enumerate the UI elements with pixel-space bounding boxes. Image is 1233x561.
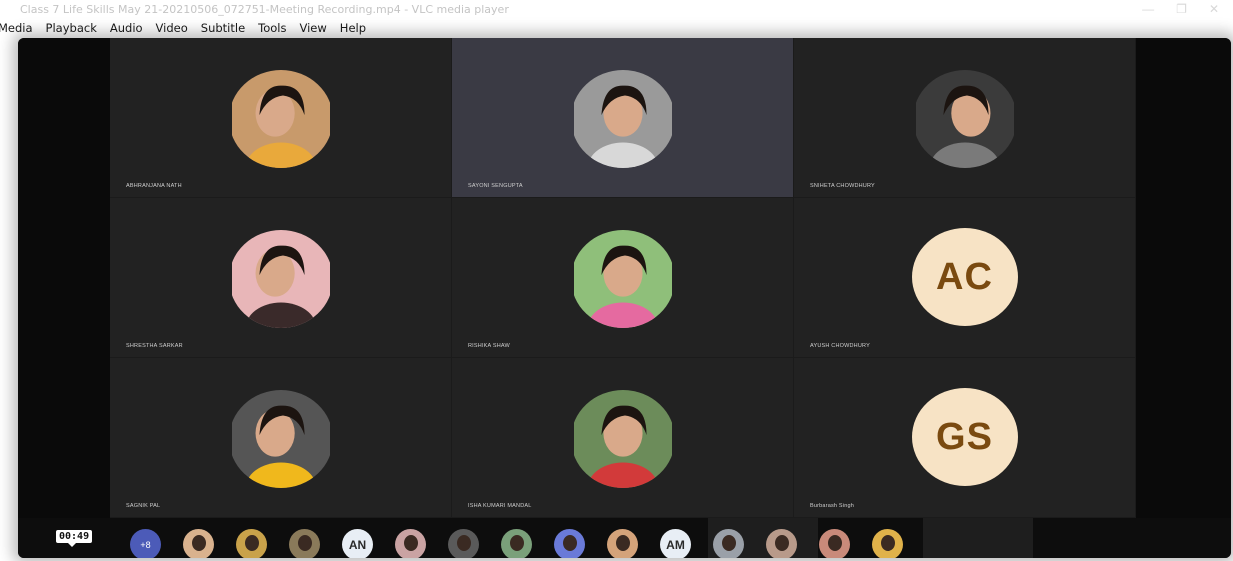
close-button[interactable]: ✕ bbox=[1209, 2, 1219, 16]
strip-panel bbox=[923, 518, 1033, 558]
strip-avatar[interactable] bbox=[819, 529, 850, 558]
menu-playback[interactable]: Playback bbox=[39, 20, 103, 38]
avatar bbox=[229, 230, 333, 328]
avatar-photo-icon bbox=[231, 390, 330, 488]
avatar-photo-icon bbox=[915, 70, 1014, 168]
strip-avatar[interactable] bbox=[289, 529, 320, 558]
avatar-photo-icon bbox=[573, 390, 672, 488]
participant-name: SHRESTHA SARKAR bbox=[126, 343, 183, 349]
strip-avatar[interactable] bbox=[183, 529, 214, 558]
strip-avatar[interactable] bbox=[236, 529, 267, 558]
avatar-photo-icon bbox=[231, 70, 330, 168]
avatar-face-icon bbox=[456, 535, 471, 551]
participant-name: AYUSH CHOWDHURY bbox=[810, 343, 870, 349]
strip-avatar[interactable] bbox=[607, 529, 638, 558]
participant-grid: ABHRANJANA NATH SAYONI SENGUPTA SNIHETA … bbox=[110, 38, 1136, 518]
avatar-face-icon bbox=[562, 535, 577, 551]
video-area[interactable]: ABHRANJANA NATH SAYONI SENGUPTA SNIHETA … bbox=[18, 38, 1231, 558]
participant-name: SAYONI SENGUPTA bbox=[468, 183, 523, 189]
strip-avatar[interactable] bbox=[501, 529, 532, 558]
avatar bbox=[229, 390, 333, 488]
menu-bar: Media Playback Audio Video Subtitle Tool… bbox=[0, 20, 1233, 38]
avatar-face-icon bbox=[721, 535, 736, 551]
strip-avatar[interactable] bbox=[766, 529, 797, 558]
participant-tile: SNIHETA CHOWDHURY bbox=[794, 38, 1136, 198]
avatar bbox=[571, 390, 675, 488]
participant-tile: SAGNIK PAL bbox=[110, 358, 452, 518]
participant-tile: ISHA KUMARI MANDAL bbox=[452, 358, 794, 518]
avatar-photo-icon bbox=[573, 230, 672, 328]
initials-avatar: AC bbox=[911, 228, 1018, 326]
avatar-face-icon bbox=[509, 535, 524, 551]
avatar-face-icon bbox=[244, 535, 259, 551]
initials-avatar: GS bbox=[911, 388, 1018, 486]
avatar-photo-icon bbox=[231, 230, 330, 328]
window-controls: — ❐ ✕ bbox=[1142, 2, 1219, 16]
participant-tile: RISHIKA SHAW bbox=[452, 198, 794, 358]
participant-name: SNIHETA CHOWDHURY bbox=[810, 183, 875, 189]
timer-badge: 00:49 bbox=[56, 530, 93, 547]
strip-avatar[interactable] bbox=[395, 529, 426, 558]
participant-name: SAGNIK PAL bbox=[126, 503, 161, 509]
participant-tile: SHRESTHA SARKAR bbox=[110, 198, 452, 358]
menu-subtitle[interactable]: Subtitle bbox=[194, 20, 251, 38]
participant-tile: AC AYUSH CHOWDHURY bbox=[794, 198, 1136, 358]
window-title: Class 7 Life Skills May 21-20210506_0727… bbox=[20, 3, 509, 16]
title-bar: Class 7 Life Skills May 21-20210506_0727… bbox=[0, 0, 1233, 20]
avatar-face-icon bbox=[191, 535, 206, 551]
participant-name: ABHRANJANA NATH bbox=[126, 183, 182, 189]
strip-avatar[interactable] bbox=[554, 529, 585, 558]
avatar-photo-icon bbox=[573, 70, 672, 168]
participant-name: RISHIKA SHAW bbox=[468, 343, 510, 349]
maximize-button[interactable]: ❐ bbox=[1176, 2, 1187, 16]
menu-view[interactable]: View bbox=[293, 20, 333, 38]
menu-help[interactable]: Help bbox=[333, 20, 372, 38]
minimize-button[interactable]: — bbox=[1142, 2, 1154, 16]
strip-avatar[interactable] bbox=[713, 529, 744, 558]
participant-name: Burbarash Singh bbox=[810, 503, 854, 509]
avatar-face-icon bbox=[880, 535, 895, 551]
participant-tile-active: SAYONI SENGUPTA bbox=[452, 38, 794, 198]
avatar bbox=[571, 70, 675, 168]
menu-tools[interactable]: Tools bbox=[251, 20, 292, 38]
avatar-face-icon bbox=[403, 535, 418, 551]
avatar bbox=[571, 230, 675, 328]
avatar bbox=[229, 70, 333, 168]
avatar-face-icon bbox=[774, 535, 789, 551]
participant-strip: +8 AN AM bbox=[130, 529, 903, 558]
participant-tile: ABHRANJANA NATH bbox=[110, 38, 452, 198]
more-participants-button[interactable]: +8 bbox=[130, 529, 161, 558]
avatar-face-icon bbox=[615, 535, 630, 551]
avatar-face-icon bbox=[297, 535, 312, 551]
menu-media[interactable]: Media bbox=[0, 20, 39, 38]
participant-tile: GS Burbarash Singh bbox=[794, 358, 1136, 518]
avatar-face-icon bbox=[827, 535, 842, 551]
menu-audio[interactable]: Audio bbox=[103, 20, 149, 38]
strip-avatar[interactable] bbox=[448, 529, 479, 558]
strip-initials-avatar[interactable]: AN bbox=[342, 529, 373, 558]
participant-name: ISHA KUMARI MANDAL bbox=[468, 503, 532, 509]
strip-initials-avatar[interactable]: AM bbox=[660, 529, 691, 558]
avatar bbox=[913, 70, 1017, 168]
strip-avatar[interactable] bbox=[872, 529, 903, 558]
participant-strip-bar: 00:49 +8 AN AM bbox=[18, 518, 1231, 558]
menu-video[interactable]: Video bbox=[149, 20, 194, 38]
